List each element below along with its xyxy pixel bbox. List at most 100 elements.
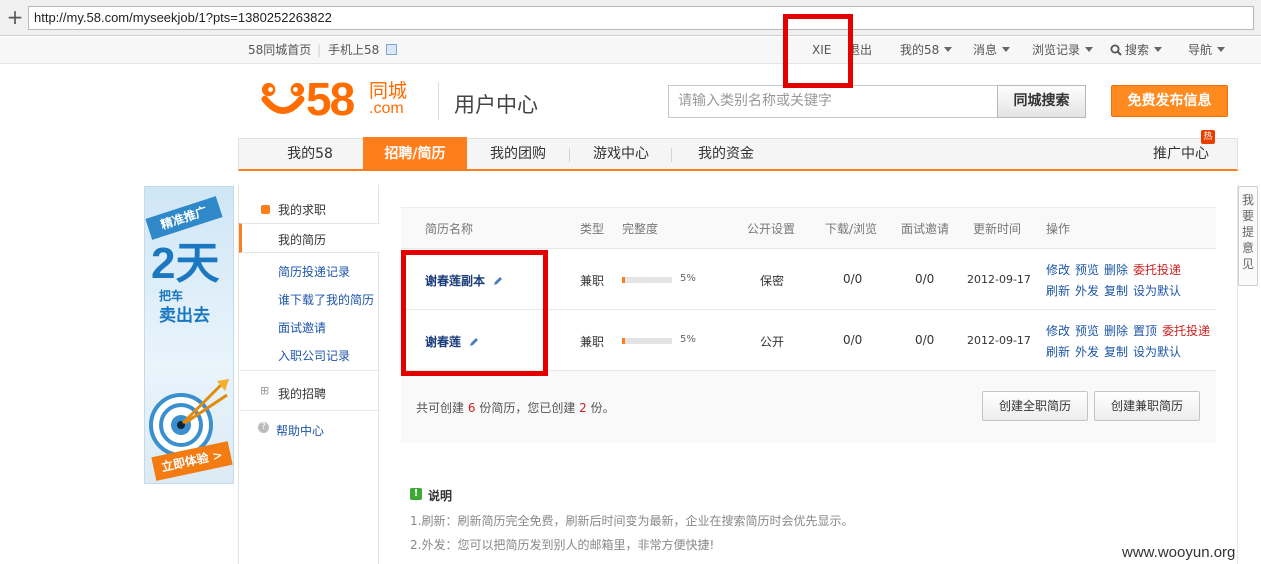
tab-divider <box>671 148 672 162</box>
copy-link[interactable]: 复制 <box>1104 284 1128 298</box>
home-link[interactable]: 58同城首页 <box>248 37 311 63</box>
tab-groupbuy[interactable]: 我的团购 <box>467 139 569 170</box>
delegate-link[interactable]: 委托投递 <box>1133 263 1181 277</box>
send-out-link[interactable]: 外发 <box>1075 345 1099 359</box>
url-field[interactable]: http://my.58.com/myseekjob/1?pts=1380252… <box>28 6 1254 30</box>
column-header: 下载/浏览 <box>825 222 878 236</box>
tab-funds[interactable]: 我的资金 <box>673 139 779 170</box>
completeness-bar-fill <box>622 277 625 283</box>
ops-line-2: 刷新 外发 复制 设为默认 <box>1046 282 1186 299</box>
updated-date: 2012-09-17 <box>967 273 1031 286</box>
column-header: 面试邀请 <box>901 222 950 236</box>
search-input[interactable]: 请输入类别名称或关键字 <box>668 85 998 118</box>
completeness-bar <box>622 338 672 344</box>
chevron-down-icon <box>1085 47 1094 52</box>
create-parttime-button[interactable]: 创建兼职简历 <box>1094 391 1200 421</box>
note-item: 1.刷新：刷新简历完全免费，刷新后时间变为最新，企业在搜索简历时会优先显示。 <box>410 514 854 528</box>
delete-link[interactable]: 删除 <box>1104 324 1128 338</box>
info-icon: ! <box>410 488 422 500</box>
create-fulltime-button[interactable]: 创建全职简历 <box>982 391 1088 421</box>
updated-date: 2012-09-17 <box>967 334 1031 347</box>
top-nav: 58同城首页 | 手机上58 XIE 退出 我的58 消息 浏览记录 搜索 导航 <box>0 37 1261 64</box>
send-out-link[interactable]: 外发 <box>1075 284 1099 298</box>
tab-my58[interactable]: 我的58 <box>259 139 361 170</box>
column-header: 类型 <box>580 222 605 236</box>
edit-link[interactable]: 修改 <box>1046 324 1070 338</box>
note-item: 2.外发：您可以把简历发到别人的邮箱里，非常方便快捷! <box>410 538 715 552</box>
sidebar-item-help[interactable]: 帮助中心 <box>276 422 324 439</box>
sidebar-item-interviews[interactable]: 面试邀请 <box>278 319 326 336</box>
feedback-char: 要 <box>1241 209 1254 223</box>
sidebar-divider <box>239 410 380 411</box>
preview-link[interactable]: 预览 <box>1075 263 1099 277</box>
history-label: 浏览记录 <box>1032 43 1081 57</box>
sidebar-item-applications[interactable]: 简历投递记录 <box>278 263 350 280</box>
browser-address-bar: + http://my.58.com/myseekjob/1?pts=13802… <box>0 0 1261 36</box>
history-menu[interactable]: 浏览记录 <box>1032 37 1094 63</box>
ad-line2: 卖出去 <box>159 306 210 326</box>
messages-menu[interactable]: 消息 <box>973 37 1011 63</box>
expand-icon: ⊞ <box>260 384 270 397</box>
ops-line-1: 修改 预览 删除 置顶 委托投递 <box>1046 322 1215 339</box>
chevron-down-icon <box>944 47 953 52</box>
plus-icon[interactable]: + <box>6 4 24 30</box>
ad-tag: 精准推广 <box>145 196 223 240</box>
interviews-count: 0/0 <box>915 272 935 286</box>
help-icon: ? <box>258 422 269 433</box>
tab-games[interactable]: 游戏中心 <box>571 139 671 170</box>
mobile-label: 手机上58 <box>328 43 380 57</box>
resume-type: 兼职 <box>580 335 605 349</box>
main-tabs: 我的58 招聘/简历 我的团购 游戏中心 我的资金 推广中心 <box>238 137 1238 171</box>
sidebar-item-my-jobs[interactable]: 我的求职 <box>278 201 326 218</box>
visibility-link[interactable]: 公开 <box>760 333 784 350</box>
ad-banner[interactable]: 精准推广 2天 把车 卖出去 立即体验 > <box>144 186 234 484</box>
edit-link[interactable]: 修改 <box>1046 263 1070 277</box>
visibility-link[interactable]: 保密 <box>760 272 784 289</box>
post-free-button[interactable]: 免费发布信息 <box>1111 85 1228 117</box>
mobile-link[interactable]: 手机上58 <box>328 37 398 63</box>
chevron-down-icon <box>1217 47 1226 52</box>
header-divider <box>438 82 439 120</box>
feedback-tab[interactable]: 我 要 提 意 见 <box>1238 186 1258 286</box>
feedback-char: 提 <box>1241 225 1254 239</box>
sidebar-item-my-resume[interactable]: 我的简历 <box>239 223 380 253</box>
my58-label: 我的58 <box>900 43 940 57</box>
logo-mascot-icon[interactable] <box>258 80 308 124</box>
delegate-link[interactable]: 委托投递 <box>1162 324 1210 338</box>
set-default-link[interactable]: 设为默认 <box>1133 345 1181 359</box>
messages-label: 消息 <box>973 43 998 57</box>
collapse-icon <box>261 205 270 214</box>
sidebar-item-my-hiring[interactable]: 我的招聘 <box>278 385 326 402</box>
resume-quota-text: 共可创建 6 份简历，您已创建 2 份。 <box>416 399 615 416</box>
hot-badge: 热 <box>1201 130 1215 144</box>
quota-label: 份简历，您已创建 <box>479 401 576 415</box>
sidebar-item-downloads[interactable]: 谁下载了我的简历 <box>278 291 374 308</box>
tab-divider <box>569 148 570 162</box>
column-header: 简历名称 <box>425 222 474 236</box>
page-title: 用户中心 <box>454 93 538 117</box>
search-icon <box>1110 44 1122 56</box>
tab-jobs[interactable]: 招聘/简历 <box>363 137 467 170</box>
quota-total: 6 <box>467 401 476 415</box>
completeness-value: 5% <box>680 273 696 284</box>
mobile-qr-icon <box>386 44 398 55</box>
logo-number: 58 <box>306 73 355 125</box>
resume-type: 兼职 <box>580 274 605 288</box>
copy-link[interactable]: 复制 <box>1104 345 1128 359</box>
ad-headline: 2天 <box>151 239 220 288</box>
pin-top-link[interactable]: 置顶 <box>1133 324 1157 338</box>
refresh-link[interactable]: 刷新 <box>1046 345 1070 359</box>
preview-link[interactable]: 预览 <box>1075 324 1099 338</box>
my58-menu[interactable]: 我的58 <box>900 37 953 63</box>
completeness-value: 5% <box>680 334 696 345</box>
nav-menu[interactable]: 导航 <box>1188 37 1226 63</box>
delete-link[interactable]: 删除 <box>1104 263 1128 277</box>
search-button[interactable]: 同城搜索 <box>997 85 1086 118</box>
notes-title: 说明 <box>428 489 453 503</box>
sidebar-item-hired[interactable]: 入职公司记录 <box>278 347 350 364</box>
search-menu[interactable]: 搜索 <box>1110 37 1163 63</box>
refresh-link[interactable]: 刷新 <box>1046 284 1070 298</box>
column-header: 公开设置 <box>747 222 796 236</box>
set-default-link[interactable]: 设为默认 <box>1133 284 1181 298</box>
chevron-down-icon <box>1154 47 1163 52</box>
